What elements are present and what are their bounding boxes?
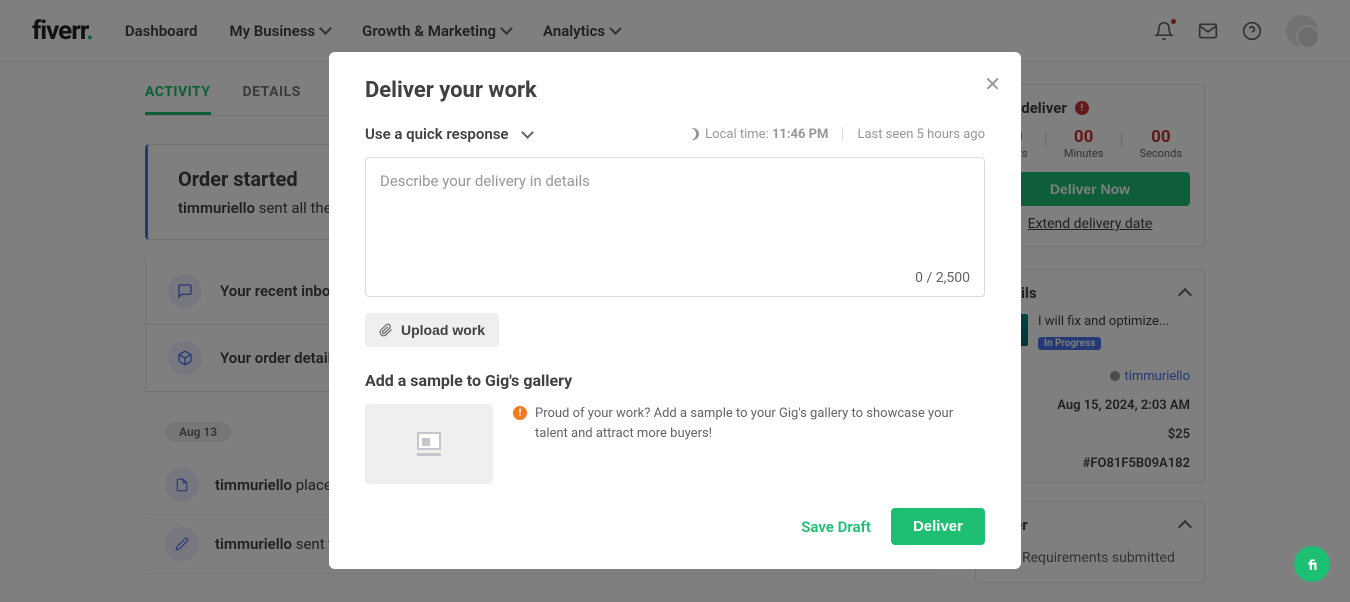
- description-input[interactable]: [380, 172, 970, 272]
- deliver-modal: ✕ Deliver your work Use a quick response…: [329, 52, 1021, 569]
- sample-text: Proud of your work? Add a sample to your…: [535, 404, 985, 484]
- quick-response-dropdown[interactable]: Use a quick response: [365, 125, 532, 143]
- modal-title: Deliver your work: [365, 78, 985, 103]
- moon-icon: [687, 128, 699, 140]
- fiverr-fab[interactable]: [1294, 546, 1330, 582]
- close-icon[interactable]: ✕: [984, 74, 1001, 94]
- deliver-button[interactable]: Deliver: [891, 508, 985, 545]
- last-seen: Last seen 5 hours ago: [857, 127, 985, 142]
- local-time: Local time: 11:46 PM: [705, 127, 828, 142]
- sample-title: Add a sample to Gig's gallery: [365, 371, 985, 390]
- upload-work-button[interactable]: Upload work: [365, 313, 499, 347]
- paperclip-icon: [379, 323, 393, 337]
- save-draft-button[interactable]: Save Draft: [801, 518, 871, 536]
- sample-placeholder[interactable]: [365, 404, 493, 484]
- modal-overlay: ✕ Deliver your work Use a quick response…: [0, 0, 1350, 602]
- description-box: 0 / 2,500: [365, 157, 985, 297]
- info-icon: !: [513, 406, 527, 420]
- char-count: 0 / 2,500: [915, 270, 970, 286]
- chevron-down-icon: [521, 126, 534, 139]
